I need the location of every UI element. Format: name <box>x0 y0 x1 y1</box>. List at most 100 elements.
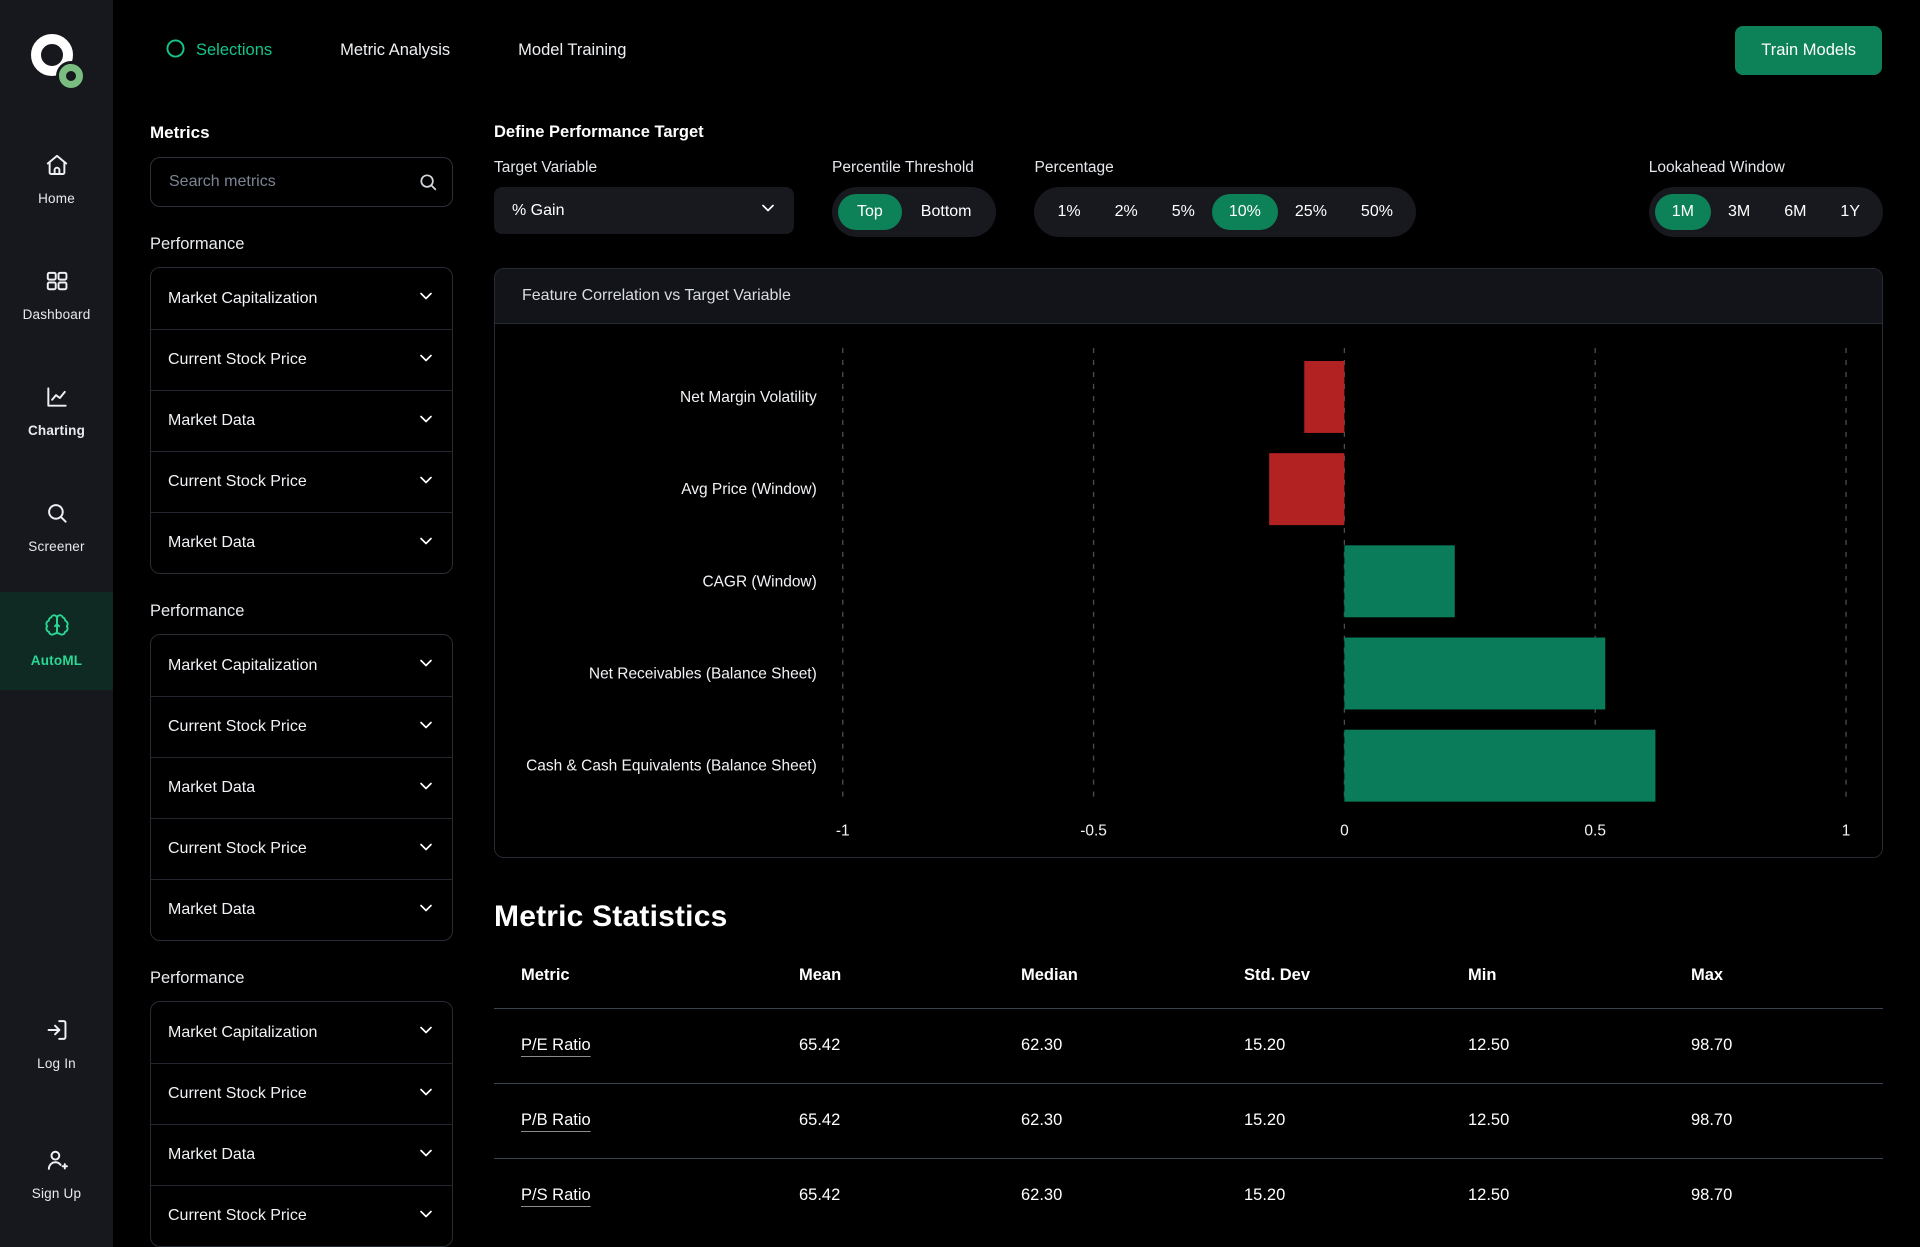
metric-link[interactable]: P/B Ratio <box>521 1111 591 1130</box>
percentage-label: Percentage <box>1034 159 1415 177</box>
percentile-option-bottom[interactable]: Bottom <box>902 194 991 230</box>
dashboard-icon <box>44 268 70 299</box>
metric-dropdown[interactable]: Current Stock Price <box>151 696 452 757</box>
tab-selections[interactable]: Selections <box>155 30 282 72</box>
search-input[interactable] <box>150 157 453 207</box>
app-logo[interactable] <box>29 34 85 90</box>
chevron-down-icon <box>416 898 436 923</box>
metric-dropdown-group: Market Capitalization Current Stock Pric… <box>150 1001 453 1247</box>
metric-dropdown[interactable]: Current Stock Price <box>151 1185 452 1246</box>
logo-green-ring-icon <box>59 64 83 88</box>
chevron-down-icon <box>416 348 436 373</box>
sidebar-item-automl[interactable]: AutoML <box>0 592 113 690</box>
brain-icon <box>43 612 71 645</box>
metric-dropdown[interactable]: Market Data <box>151 879 452 940</box>
percentage-option[interactable]: 2% <box>1098 194 1155 230</box>
percentile-toggle: Top Bottom <box>832 187 996 237</box>
svg-text:0: 0 <box>1340 823 1349 840</box>
search-icon <box>44 500 70 531</box>
correlation-chart-panel: Feature Correlation vs Target Variable -… <box>494 268 1883 858</box>
tab-label: Model Training <box>518 41 626 60</box>
chevron-down-icon <box>416 470 436 495</box>
performance-target-panel: Define Performance Target Target Variabl… <box>453 101 1920 1247</box>
metric-dropdown[interactable]: Current Stock Price <box>151 818 452 879</box>
sidebar-item-label: AutoML <box>31 653 82 668</box>
tab-label: Metric Analysis <box>340 41 450 60</box>
percentage-options: 1% 2% 5% 10% 25% 50% <box>1034 187 1415 237</box>
svg-text:-0.5: -0.5 <box>1080 823 1107 840</box>
percentage-group: Percentage 1% 2% 5% 10% 25% 50% <box>1034 159 1415 237</box>
metric-dropdown-group: Market Capitalization Current Stock Pric… <box>150 267 453 574</box>
percentage-option[interactable]: 5% <box>1155 194 1212 230</box>
lookahead-window-label: Lookahead Window <box>1649 159 1883 177</box>
sidebar-item-login[interactable]: Log In <box>0 1007 113 1081</box>
chevron-down-icon <box>758 198 778 223</box>
metric-dropdown[interactable]: Market Capitalization <box>151 1002 452 1063</box>
metric-dropdown[interactable]: Current Stock Price <box>151 329 452 390</box>
circle-icon <box>165 38 186 64</box>
correlation-bar-chart: -1 -0.5 0 0.5 1 Net Margin Volatility Avg Pric… <box>495 324 1882 857</box>
sidebar-item-label: Screener <box>28 539 84 554</box>
bar-chart-svg: -1 -0.5 0 0.5 1 Net Margin Volatility Avg Pric… <box>495 324 1882 857</box>
sidebar-item-signup[interactable]: Sign Up <box>0 1137 113 1211</box>
tab-metric-analysis[interactable]: Metric Analysis <box>330 33 460 68</box>
percentile-threshold-label: Percentile Threshold <box>832 159 996 177</box>
metric-dropdown[interactable]: Market Data <box>151 1124 452 1185</box>
section-label: Performance <box>150 235 453 254</box>
metric-link[interactable]: P/S Ratio <box>521 1186 591 1205</box>
metric-dropdown[interactable]: Market Capitalization <box>151 268 452 329</box>
chevron-down-icon <box>416 1020 436 1045</box>
metric-dropdown[interactable]: Current Stock Price <box>151 451 452 512</box>
target-variable-select[interactable]: % Gain <box>494 187 794 234</box>
svg-text:Avg Price (Window): Avg Price (Window) <box>681 481 817 498</box>
sidebar: Home Dashboard Charting Screener AutoML … <box>0 0 113 1247</box>
content: Metrics Performance Market Capitalizatio… <box>113 101 1920 1247</box>
percentage-option[interactable]: 1% <box>1040 194 1097 230</box>
metric-dropdown[interactable]: Market Data <box>151 512 452 573</box>
chart-header: Feature Correlation vs Target Variable <box>495 269 1882 324</box>
percentile-threshold-group: Percentile Threshold Top Bottom <box>832 159 996 237</box>
svg-text:Cash & Cash Equivalents (Balan: Cash & Cash Equivalents (Balance Sheet) <box>526 758 817 775</box>
metrics-search <box>150 157 453 207</box>
sidebar-item-home[interactable]: Home <box>0 142 113 216</box>
sidebar-item-screener[interactable]: Screener <box>0 490 113 564</box>
section-label: Performance <box>150 602 453 621</box>
lookahead-options: 1M 3M 6M 1Y <box>1649 187 1883 237</box>
tab-model-training[interactable]: Model Training <box>508 33 636 68</box>
svg-text:-1: -1 <box>836 823 850 840</box>
metric-dropdown[interactable]: Market Data <box>151 757 452 818</box>
percentage-option[interactable]: 25% <box>1278 194 1344 230</box>
tab-label: Selections <box>196 41 272 60</box>
svg-text:Net Margin Volatility: Net Margin Volatility <box>680 389 817 406</box>
metric-link[interactable]: P/E Ratio <box>521 1036 591 1055</box>
lookahead-option[interactable]: 1M <box>1655 194 1711 230</box>
percentile-option-top[interactable]: Top <box>838 194 902 230</box>
lookahead-option[interactable]: 1Y <box>1823 194 1877 230</box>
line-chart-icon <box>44 384 70 415</box>
svg-text:0.5: 0.5 <box>1584 823 1606 840</box>
lookahead-option[interactable]: 3M <box>1711 194 1767 230</box>
home-icon <box>44 152 70 183</box>
chevron-down-icon <box>416 776 436 801</box>
percentage-option[interactable]: 10% <box>1212 194 1278 230</box>
lookahead-option[interactable]: 6M <box>1767 194 1823 230</box>
user-plus-icon <box>44 1147 70 1178</box>
stats-title: Metric Statistics <box>494 900 1883 934</box>
metric-dropdown[interactable]: Market Data <box>151 390 452 451</box>
top-navigation: Selections Metric Analysis Model Trainin… <box>113 0 1920 101</box>
define-target-title: Define Performance Target <box>494 123 1883 142</box>
sidebar-item-dashboard[interactable]: Dashboard <box>0 258 113 332</box>
train-models-button[interactable]: Train Models <box>1735 26 1882 75</box>
metric-dropdown[interactable]: Market Capitalization <box>151 635 452 696</box>
target-controls: Target Variable % Gain Percentile Thresh… <box>494 159 1883 237</box>
chevron-down-icon <box>416 653 436 678</box>
svg-text:1: 1 <box>1842 823 1851 840</box>
metrics-panel-title: Metrics <box>150 123 453 143</box>
metric-dropdown[interactable]: Current Stock Price <box>151 1063 452 1124</box>
sidebar-item-label: Sign Up <box>32 1186 81 1201</box>
metric-statistics-table: Metric Mean Median Std. Dev Min Max P/E … <box>494 944 1883 1233</box>
chevron-down-icon <box>416 286 436 311</box>
metrics-panel: Metrics Performance Market Capitalizatio… <box>150 101 453 1247</box>
percentage-option[interactable]: 50% <box>1344 194 1410 230</box>
sidebar-item-charting[interactable]: Charting <box>0 374 113 448</box>
